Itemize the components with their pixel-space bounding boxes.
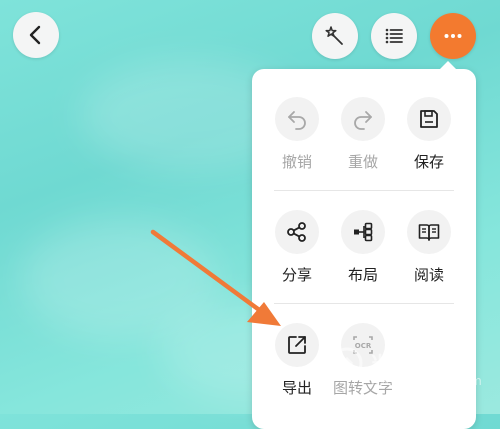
watermark-url: www.downxia.com: [370, 374, 482, 388]
read-menu-item[interactable]: 阅读: [398, 210, 460, 285]
menu-item-label: 撤销: [281, 153, 312, 171]
chevron-left-icon: [29, 25, 41, 45]
watermark-logo: [331, 347, 363, 379]
redo-menu-item[interactable]: 重做: [332, 97, 394, 172]
save-menu-item[interactable]: 保存: [398, 97, 460, 172]
redo-icon: [354, 111, 372, 130]
menu-row-edit: 撤销 重做 保存: [252, 97, 476, 187]
menu-item-label: 阅读: [413, 266, 444, 284]
menu-item-label: 导出: [281, 379, 312, 397]
share-icon: [287, 222, 306, 242]
back-button[interactable]: [13, 12, 59, 58]
menu-row-view: 分享 布局 阅读: [252, 210, 476, 300]
export-icon: [288, 336, 306, 354]
menu-item-label: 分享: [281, 266, 312, 284]
undo-menu-item[interactable]: 撤销: [266, 97, 328, 172]
export-menu-item[interactable]: 导出: [266, 323, 328, 398]
undo-icon: [288, 111, 306, 130]
menu-divider: [274, 303, 454, 304]
share-menu-item[interactable]: 分享: [266, 210, 328, 285]
layout-menu-item[interactable]: 布局: [332, 210, 394, 285]
menu-item-label: 布局: [347, 266, 378, 284]
menu-item-label: 重做: [347, 153, 378, 171]
watermark-text: 当下软件园: [370, 352, 475, 376]
magic-wand-button[interactable]: [312, 13, 358, 59]
more-button[interactable]: [430, 13, 476, 59]
more-dots-icon: [444, 34, 462, 38]
outline-list-button[interactable]: [371, 13, 417, 59]
magic-wand-icon: [325, 26, 343, 45]
watermark: 当下软件园 www.downxia.com: [330, 342, 482, 398]
layout-icon: [354, 222, 373, 242]
menu-item-label: 保存: [413, 153, 444, 171]
list-icon: [385, 28, 403, 44]
save-icon: [420, 110, 438, 128]
menu-divider: [274, 190, 454, 191]
book-icon: [418, 224, 440, 241]
